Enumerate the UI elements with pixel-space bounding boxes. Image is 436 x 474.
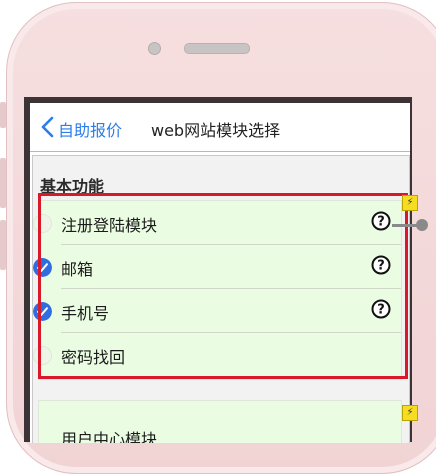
- phone-side-button: [0, 220, 6, 270]
- phone-mockup: 自助报价 web网站模块选择 基本功能 注册登陆模块 ? 邮箱 ? 手机号 ? …: [0, 0, 436, 474]
- page-title: web网站模块选择: [151, 121, 281, 140]
- front-camera: [148, 42, 161, 55]
- annotation-connector: [392, 224, 418, 227]
- lightning-icon: ⚡: [402, 195, 418, 211]
- next-module-group: 用户中心模块: [38, 400, 402, 443]
- phone-side-button: [0, 158, 6, 208]
- lightning-icon: ⚡: [402, 405, 418, 421]
- chevron-left-icon[interactable]: [38, 115, 58, 139]
- highlight-box: [38, 193, 408, 379]
- back-button[interactable]: 自助报价: [58, 117, 122, 141]
- earpiece-speaker: [184, 43, 250, 54]
- annotation-connector-end: [416, 219, 428, 231]
- nav-bar: 自助报价 web网站模块选择: [30, 103, 410, 152]
- phone-side-button: [0, 102, 6, 128]
